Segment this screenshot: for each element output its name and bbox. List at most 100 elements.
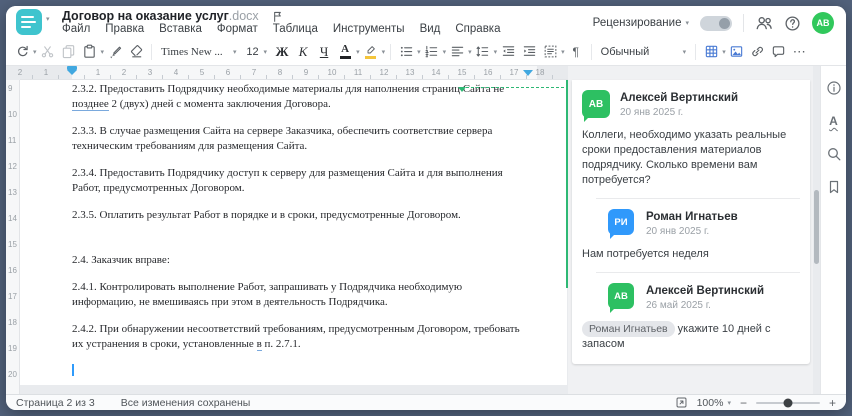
ruler-number: 20 — [8, 370, 17, 379]
highlight-button[interactable] — [361, 41, 381, 63]
ruler-number: 14 — [8, 214, 17, 223]
review-mode-select[interactable]: Рецензирование ▾ — [593, 17, 689, 29]
undo-button[interactable] — [12, 41, 32, 63]
undo-caret-icon[interactable]: ▾ — [33, 48, 37, 56]
status-bar: Страница 2 из 3 Все изменения сохранены … — [6, 394, 846, 410]
toolbar: ▾ ▾ Times New ... ▾ 12 ▾ Ж К Ч А ▾ ▾ ▾ ▾… — [6, 38, 846, 66]
numbered-list-caret-icon[interactable]: ▾ — [443, 48, 447, 56]
comment-avatar: АВ — [582, 90, 610, 122]
vertical-ruler[interactable]: 9 10 11 12 13 14 15 16 17 18 19 20 — [6, 80, 20, 394]
user-avatar[interactable]: АВ — [812, 12, 834, 34]
line-spacing-button[interactable] — [473, 41, 493, 63]
paragraph-settings-caret-icon[interactable]: ▾ — [561, 48, 565, 56]
collaboration-icon[interactable] — [755, 14, 773, 32]
ruler-number: 13 — [405, 68, 415, 77]
menu-item[interactable]: Вид — [420, 23, 441, 35]
save-status: Все изменения сохранены — [120, 396, 251, 409]
menu-item[interactable]: Формат — [217, 23, 258, 35]
underline-button[interactable]: Ч — [314, 41, 334, 63]
more-tools-button[interactable]: ⋯ — [790, 41, 810, 63]
ruler-number: 9 — [8, 84, 13, 93]
insert-comment-button[interactable] — [769, 41, 789, 63]
insert-image-button[interactable] — [727, 41, 747, 63]
comment-text: Коллеги, необходимо указать реальные сро… — [582, 129, 787, 186]
font-family-select[interactable]: Times New ... ▾ — [157, 41, 241, 63]
comment-thread[interactable]: АВ Алексей Вертинский 20 янв 2025 г. Кол… — [572, 80, 810, 364]
line-spacing-caret-icon[interactable]: ▾ — [494, 48, 498, 56]
menu-item[interactable]: Правка — [105, 23, 144, 35]
info-icon[interactable] — [824, 78, 844, 98]
divider — [596, 198, 800, 199]
app-logo-icon[interactable] — [16, 9, 42, 35]
paragraph: 2.4. Заказчик вправе: — [72, 254, 170, 266]
help-icon[interactable] — [784, 15, 801, 32]
document-text[interactable]: 2.3.2. Предоставить Подрядчику необходим… — [72, 82, 558, 391]
document-page[interactable]: 2.3.2. Предоставить Подрядчику необходим… — [20, 80, 567, 385]
ruler-number: 12 — [8, 162, 17, 171]
bookmark-icon[interactable] — [824, 177, 844, 197]
insert-table-caret-icon[interactable]: ▾ — [722, 48, 726, 56]
chevron-down-icon: ▾ — [685, 20, 689, 27]
fit-page-icon[interactable] — [675, 396, 688, 409]
zoom-level-select[interactable]: 100% ▾ — [697, 397, 731, 409]
format-painter-button[interactable] — [105, 41, 125, 63]
ruler-number: 2 — [121, 68, 127, 77]
bullet-list-button[interactable] — [396, 41, 416, 63]
numbered-list-button[interactable] — [422, 41, 442, 63]
ruler-number: 8 — [277, 68, 283, 77]
zoom-in-button[interactable]: + — [829, 397, 836, 409]
search-icon[interactable] — [824, 144, 844, 164]
horizontal-ruler[interactable]: 21 1 2 3 4 5 6 7 8 9 10 11 12 13 14 15 16 17 18 — [18, 66, 572, 80]
menu-item[interactable]: Инструменты — [333, 23, 405, 35]
paste-button[interactable] — [80, 41, 100, 63]
zoom-slider[interactable] — [755, 398, 820, 407]
paste-caret-icon[interactable]: ▾ — [101, 48, 105, 56]
app-window: ▾ Договор на оказание услуг .docx Файл Пра… — [6, 6, 846, 410]
page-indicator[interactable]: Страница 2 из 3 — [16, 397, 95, 409]
review-mode-label: Рецензирование — [592, 17, 682, 29]
spellcheck-icon[interactable]: А — [824, 111, 844, 131]
clear-formatting-button[interactable] — [126, 41, 146, 63]
font-size-select[interactable]: 12 ▾ — [242, 41, 272, 63]
font-color-button[interactable]: А — [335, 41, 355, 63]
right-indent-marker[interactable] — [523, 70, 533, 76]
outdent-button[interactable] — [498, 41, 518, 63]
menu-bar: Файл Правка Вставка Формат Таблица Инструмент… — [62, 23, 501, 35]
header-controls: Рецензирование ▾ АВ — [593, 11, 834, 35]
align-caret-icon[interactable]: ▾ — [468, 48, 472, 56]
review-toggle[interactable] — [700, 15, 732, 31]
menu-item[interactable]: Таблица — [273, 23, 318, 35]
paragraph: 2.3.5. Оплатить результат Работ в порядк… — [72, 209, 461, 221]
comment-author: Алексей Вертинский — [620, 92, 739, 104]
zoom-slider-handle[interactable] — [783, 398, 793, 407]
bullet-list-caret-icon[interactable]: ▾ — [417, 48, 421, 56]
menu-item[interactable]: Вставка — [159, 23, 202, 35]
italic-button[interactable]: К — [293, 41, 313, 63]
ruler-number: 1 — [95, 68, 101, 77]
pilcrow-button[interactable]: ¶ — [566, 41, 586, 63]
bold-button[interactable]: Ж — [272, 41, 292, 63]
flag-icon[interactable] — [271, 10, 284, 23]
menu-item[interactable]: Справка — [455, 23, 500, 35]
ruler-number: 13 — [8, 188, 17, 197]
indent-button[interactable] — [519, 41, 539, 63]
insert-link-button[interactable] — [748, 41, 768, 63]
paragraph-empty — [72, 364, 558, 379]
menu-item[interactable]: Файл — [62, 23, 90, 35]
reply-text: Нам потребуется неделя — [582, 248, 709, 260]
font-color-caret-icon[interactable]: ▾ — [356, 48, 360, 56]
align-button[interactable] — [447, 41, 467, 63]
zoom-out-button[interactable]: − — [740, 397, 747, 409]
cut-button[interactable] — [38, 41, 58, 63]
paragraph-style-select[interactable]: Обычный ▾ — [597, 41, 691, 63]
indent-marker[interactable] — [67, 66, 77, 75]
insert-table-button[interactable] — [701, 41, 721, 63]
mention-pill[interactable]: Роман Игнатьев — [582, 321, 675, 337]
ruler-number: 18 — [8, 318, 17, 327]
logo-menu-caret-icon[interactable]: ▾ — [46, 15, 50, 23]
highlight-caret-icon[interactable]: ▾ — [382, 48, 386, 56]
paragraph-settings-button[interactable] — [540, 41, 560, 63]
comments-scrollbar[interactable] — [814, 190, 819, 264]
copy-button[interactable] — [59, 41, 79, 63]
desktop-background: { "window": { "title": "Договор на оказа… — [0, 0, 852, 416]
